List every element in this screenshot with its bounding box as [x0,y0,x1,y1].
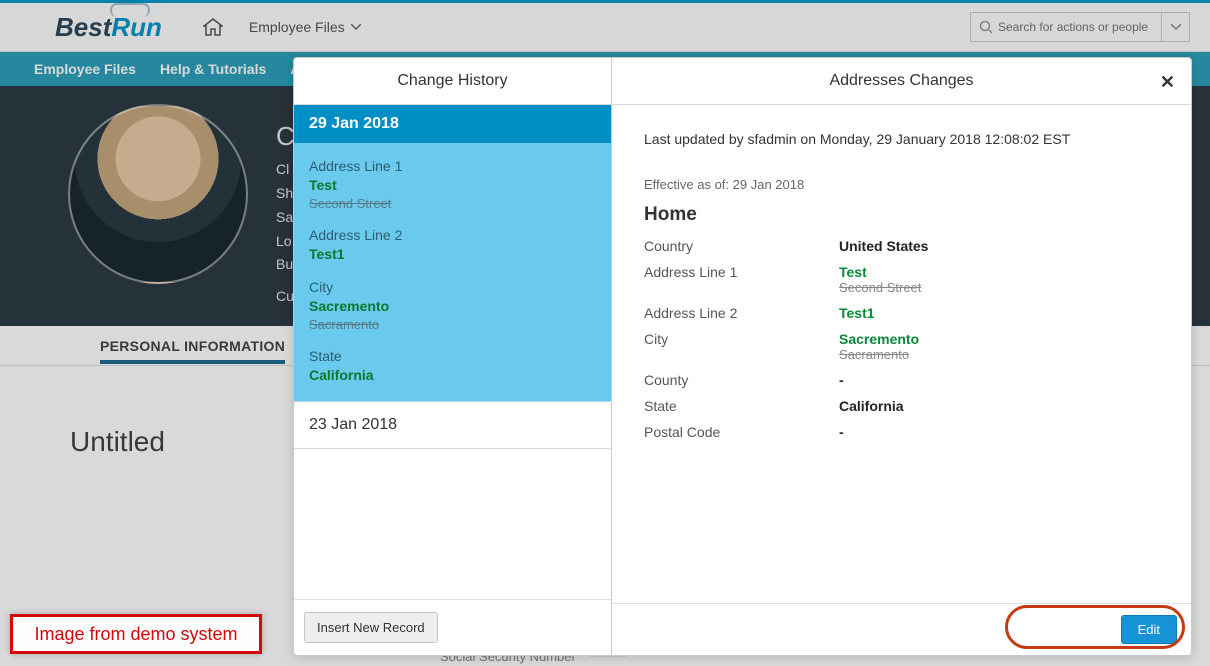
address-type-heading: Home [644,204,1159,226]
field-row-address1: Address Line 1 Test Second Street [644,264,1159,295]
insert-new-record-button[interactable]: Insert New Record [304,612,438,643]
field-row-city: City Sacremento Sacramento [644,331,1159,362]
details-footer: Edit [612,603,1191,655]
field-row-postal: Postal Code - [644,424,1159,440]
edit-button[interactable]: Edit [1121,615,1177,644]
close-icon[interactable]: ✕ [1160,72,1175,93]
change-item: City Sacremento Sacramento [309,278,596,333]
change-item: State California [309,347,596,385]
details-body: Last updated by sfadmin on Monday, 29 Ja… [612,105,1191,603]
last-updated-text: Last updated by sfadmin on Monday, 29 Ja… [644,131,1159,147]
right-pane-title: Addresses Changes ✕ [612,58,1191,105]
field-row-state: State California [644,398,1159,414]
left-pane-footer: Insert New Record [294,599,611,655]
field-row-address2: Address Line 2 Test1 [644,305,1159,321]
history-entry-selected[interactable]: 29 Jan 2018 [294,105,611,143]
change-history-dialog: Change History 29 Jan 2018 Address Line … [293,57,1192,656]
effective-date-text: Effective as of: 29 Jan 2018 [644,177,1159,192]
change-item: Address Line 1 Test Second Street [309,157,596,212]
history-entry-changes: Address Line 1 Test Second Street Addres… [294,143,611,401]
history-entry[interactable]: 23 Jan 2018 [294,401,611,449]
change-item: Address Line 2 Test1 [309,226,596,264]
field-row-country: Country United States [644,238,1159,254]
demo-annotation: Image from demo system [10,614,262,654]
history-list-pane: Change History 29 Jan 2018 Address Line … [294,58,612,655]
left-pane-title: Change History [294,58,611,105]
field-row-county: County - [644,372,1159,388]
details-pane: Addresses Changes ✕ Last updated by sfad… [612,58,1191,655]
